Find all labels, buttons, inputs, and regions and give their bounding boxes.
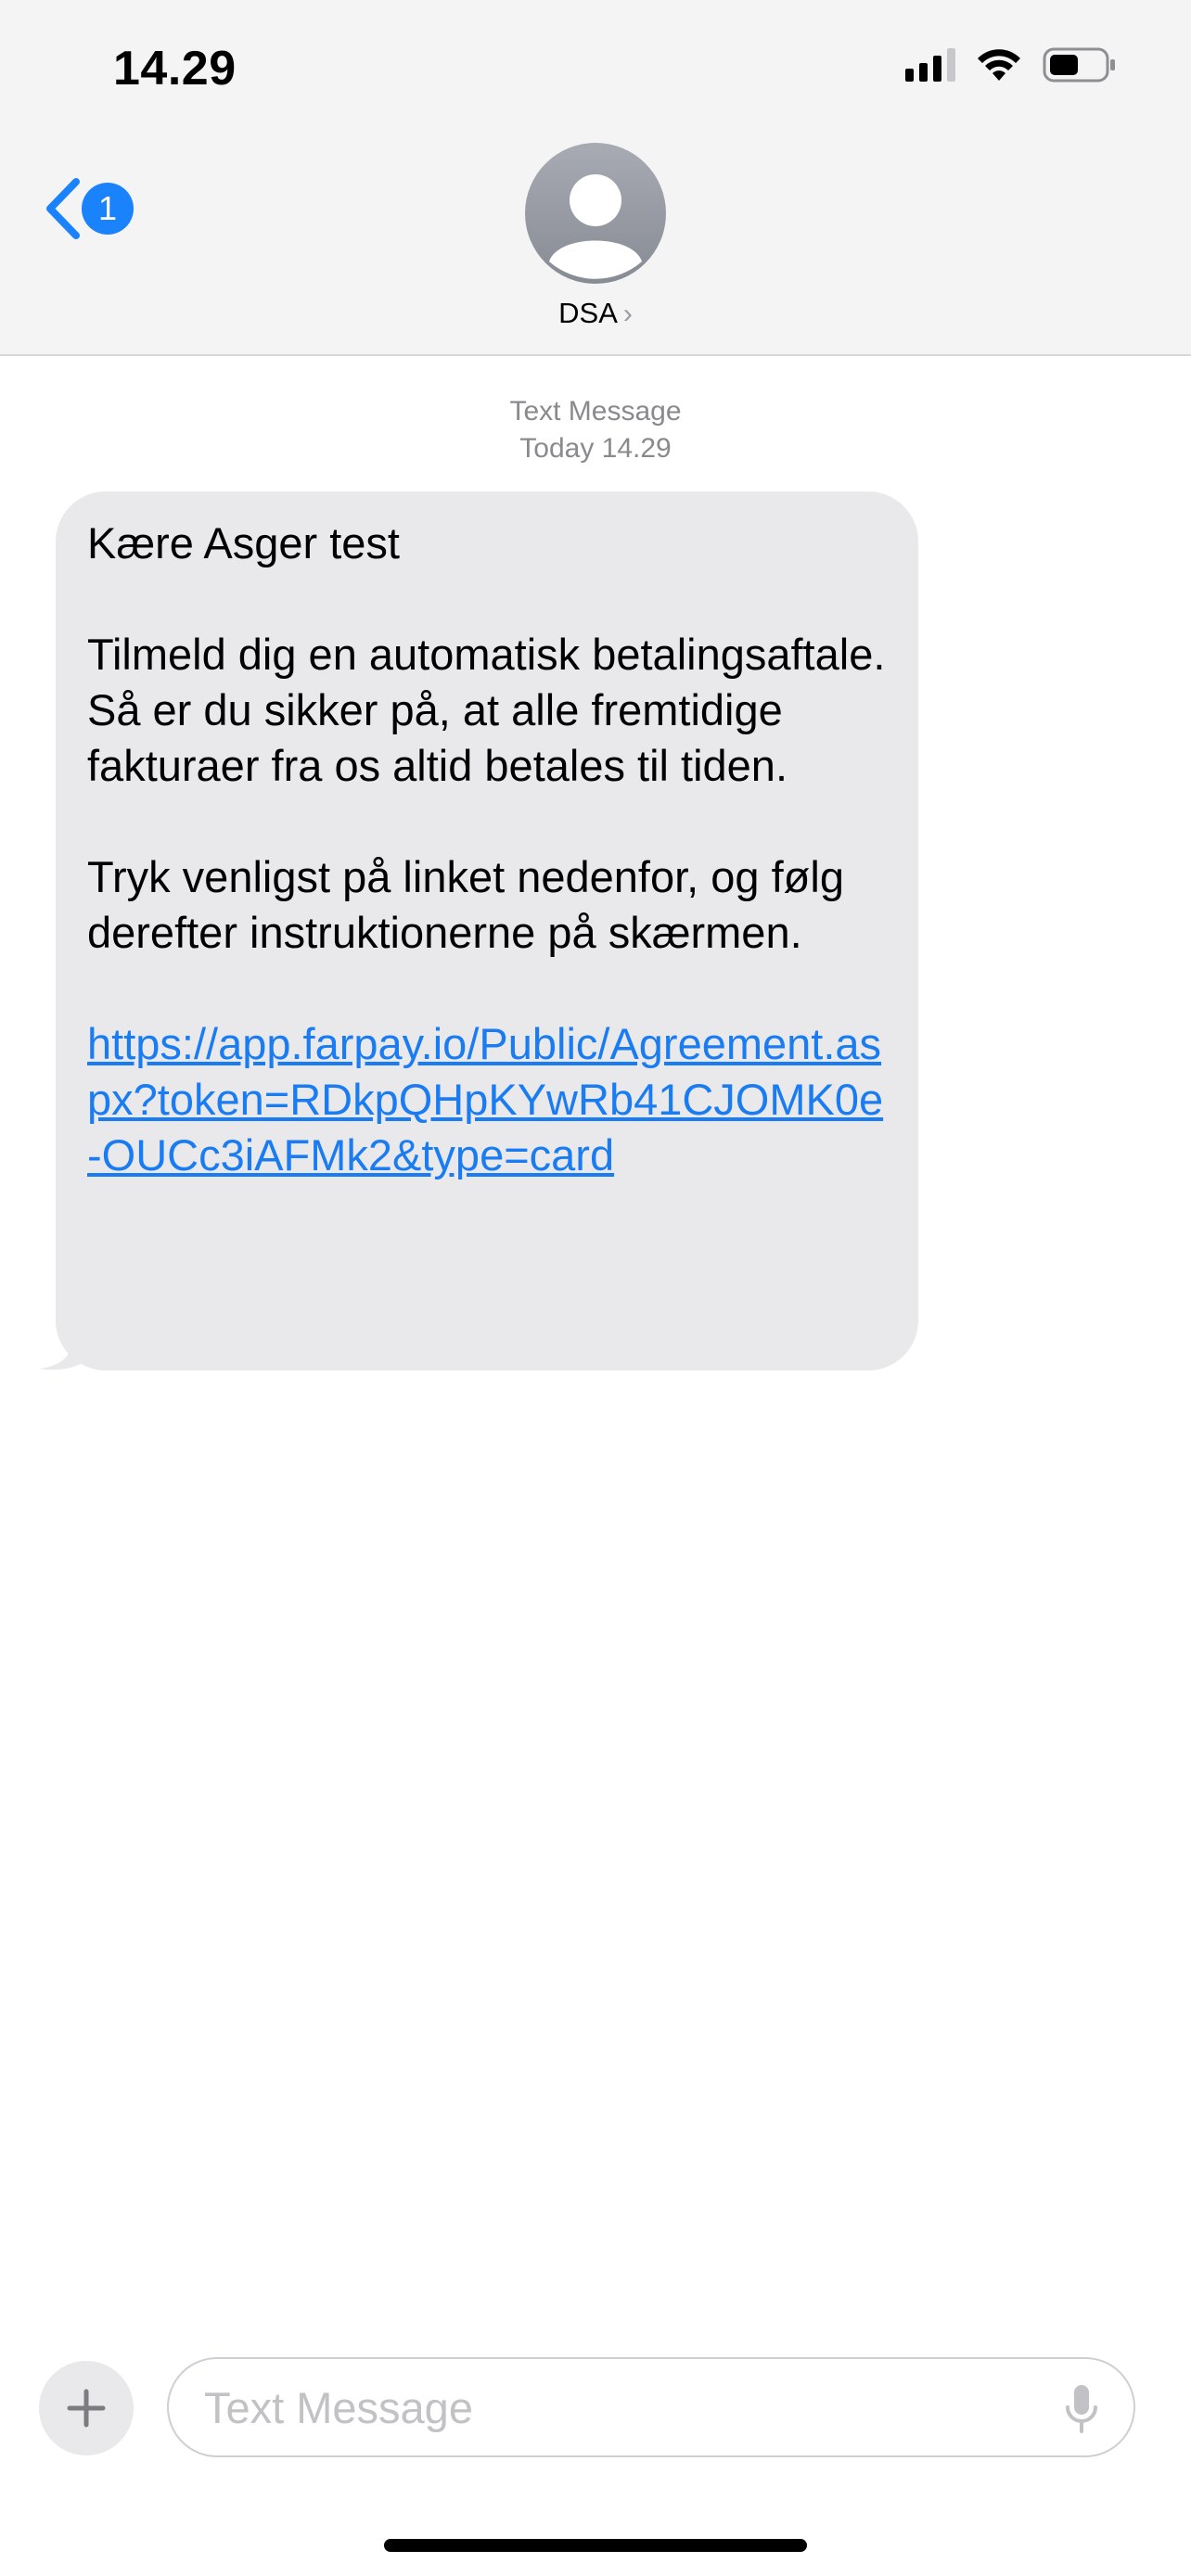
service-label: Text Message [509, 396, 682, 427]
agreement-link[interactable]: https://app.farpay.io/Public/Agreement.a… [87, 1016, 887, 1183]
message-paragraph: Tryk venligst på linket nedenfor, og føl… [87, 852, 844, 957]
message-timestamp: Today 14.29 [519, 433, 672, 464]
unread-count-badge: 1 [82, 183, 134, 235]
chevron-left-icon [46, 178, 80, 239]
add-attachment-button[interactable] [39, 2361, 134, 2455]
message-greeting: Kære Asger test [87, 518, 400, 567]
status-icons [905, 46, 1117, 83]
plus-icon [67, 2389, 106, 2428]
back-button[interactable]: 1 [41, 176, 134, 241]
cellular-signal-icon [905, 48, 955, 82]
contact-avatar[interactable] [525, 143, 666, 284]
person-icon [549, 174, 642, 279]
message-paragraph: Tilmeld dig en automatisk betalingsaftal… [87, 630, 886, 790]
home-indicator[interactable] [384, 2539, 807, 2552]
conversation-header: 14.29 1 DSA › [0, 0, 1191, 356]
microphone-icon[interactable] [1065, 2383, 1098, 2435]
chevron-right-icon: › [622, 299, 633, 329]
message-meta: Text Message Today 14.29 [0, 393, 1191, 467]
contact-name-button[interactable]: DSA › [0, 297, 1191, 330]
message-input-container[interactable] [167, 2357, 1135, 2457]
wifi-icon [978, 49, 1020, 81]
status-time: 14.29 [113, 42, 237, 96]
battery-icon [1043, 47, 1115, 83]
contact-name: DSA [558, 297, 618, 329]
message-input[interactable] [204, 2359, 1020, 2455]
incoming-message-bubble[interactable]: Kære Asger test Tilmeld dig en automatis… [56, 491, 918, 1371]
